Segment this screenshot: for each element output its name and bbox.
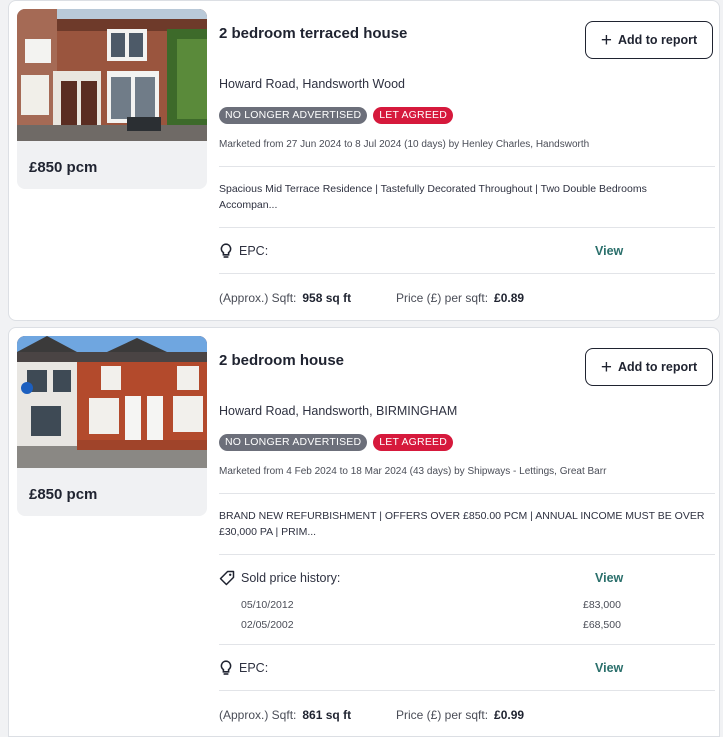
marketed-info: Marketed from 27 Jun 2024 to 8 Jul 2024 …: [219, 139, 590, 150]
divider: [219, 493, 715, 494]
status-badge-no-longer-advertised: NO LONGER ADVERTISED: [219, 107, 368, 124]
divider: [219, 554, 715, 555]
marketed-info: Marketed from 4 Feb 2024 to 18 Mar 2024 …: [219, 466, 607, 477]
epc-label: EPC:: [239, 661, 269, 675]
add-to-report-button[interactable]: + Add to report: [585, 348, 713, 386]
listing-image-panel[interactable]: £850 pcm: [17, 9, 207, 189]
listing-card: £850 pcm 2 bedroom terraced house + Add …: [8, 0, 720, 321]
sqft-value: 861 sq ft: [302, 708, 352, 722]
sold-history-view-link[interactable]: View: [595, 571, 623, 585]
sqft-value: 958 sq ft: [302, 291, 352, 305]
divider: [219, 644, 715, 645]
rent-price: £850 pcm: [29, 159, 98, 176]
lightbulb-icon: [219, 243, 233, 259]
lightbulb-icon: [219, 660, 233, 676]
sold-history-price: £68,500: [583, 619, 621, 631]
status-badge-let-agreed: LET AGREED: [373, 434, 454, 451]
price-per-sqft-info: Price (£) per sqft: £0.89: [396, 291, 524, 305]
price-per-sqft-value: £0.99: [494, 708, 525, 722]
status-badge-let-agreed: LET AGREED: [373, 107, 454, 124]
sqft-label: (Approx.) Sqft:: [219, 291, 297, 305]
sold-history-label: Sold price history:: [241, 571, 341, 585]
listing-details: 2 bedroom terraced house + Add to report…: [219, 1, 715, 320]
epc-row: EPC: View: [219, 658, 715, 678]
listing-details: 2 bedroom house + Add to report Howard R…: [219, 328, 715, 736]
price-tag-icon: [219, 570, 235, 586]
epc-view-link[interactable]: View: [595, 244, 623, 258]
add-to-report-label: Add to report: [617, 360, 698, 374]
divider: [219, 227, 715, 228]
property-photo[interactable]: [17, 9, 207, 141]
divider: [219, 690, 715, 691]
sqft-info: (Approx.) Sqft: 958 sq ft: [219, 291, 351, 305]
status-badges: NO LONGER ADVERTISED LET AGREED: [219, 107, 454, 124]
sold-history-date: 05/10/2012: [241, 599, 294, 611]
sold-history-price: £83,000: [583, 599, 621, 611]
listing-card: £850 pcm 2 bedroom house + Add to report…: [8, 327, 720, 737]
price-per-sqft-label: Price (£) per sqft:: [396, 708, 489, 722]
divider: [219, 273, 715, 274]
listing-address: Howard Road, Handsworth Wood: [219, 77, 405, 91]
plus-icon: +: [600, 356, 612, 378]
divider: [219, 166, 715, 167]
epc-view-link[interactable]: View: [595, 661, 623, 675]
listing-description: BRAND NEW REFURBISHMENT | OFFERS OVER £8…: [219, 510, 705, 538]
listing-title[interactable]: 2 bedroom house: [219, 352, 344, 369]
status-badge-no-longer-advertised: NO LONGER ADVERTISED: [219, 434, 368, 451]
listing-image-panel[interactable]: £850 pcm: [17, 336, 207, 516]
sqft-label: (Approx.) Sqft:: [219, 708, 297, 722]
property-photo[interactable]: [17, 336, 207, 468]
sqft-info: (Approx.) Sqft: 861 sq ft: [219, 708, 351, 722]
price-per-sqft-info: Price (£) per sqft: £0.99: [396, 708, 524, 722]
listing-description: Spacious Mid Terrace Residence | Tastefu…: [219, 183, 647, 211]
epc-label: EPC:: [239, 244, 269, 258]
plus-icon: +: [600, 29, 612, 51]
epc-row: EPC: View: [219, 241, 715, 261]
add-to-report-label: Add to report: [617, 33, 698, 47]
status-badges: NO LONGER ADVERTISED LET AGREED: [219, 434, 454, 451]
listing-address: Howard Road, Handsworth, BIRMINGHAM: [219, 404, 458, 418]
price-per-sqft-label: Price (£) per sqft:: [396, 291, 489, 305]
price-per-sqft-value: £0.89: [494, 291, 525, 305]
rent-price: £850 pcm: [29, 486, 98, 503]
listing-title[interactable]: 2 bedroom terraced house: [219, 25, 407, 42]
sold-history-row: Sold price history: View: [219, 568, 715, 588]
sold-history-date: 02/05/2002: [241, 619, 294, 631]
add-to-report-button[interactable]: + Add to report: [585, 21, 713, 59]
